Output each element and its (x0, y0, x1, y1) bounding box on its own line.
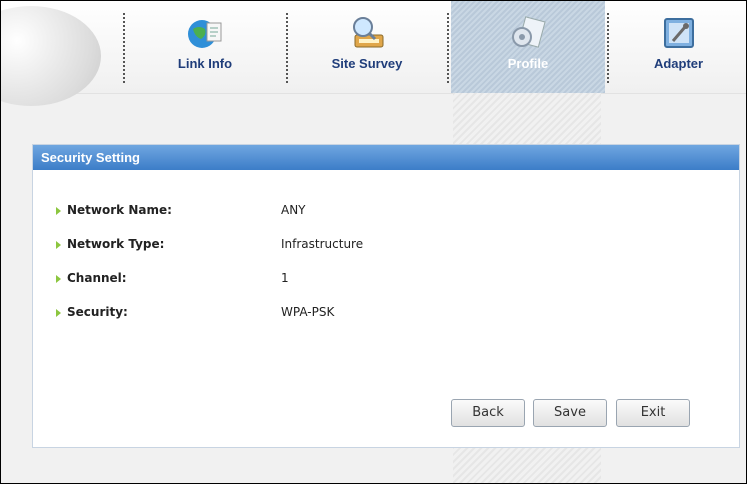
globe-document-icon (188, 20, 222, 48)
field-label: Network Name: (67, 203, 172, 217)
tab-adapter[interactable]: Adapter (611, 1, 746, 93)
tab-link-info[interactable]: Link Info (126, 1, 284, 93)
adapter-tool-icon (663, 18, 694, 48)
field-value: Infrastructure (281, 237, 364, 251)
tab-label: Profile (507, 56, 549, 71)
bullet-arrow-icon (56, 240, 61, 249)
field-label: Security: (67, 305, 128, 319)
security-setting-panel: Security Setting Network Name: ANY Netwo… (32, 144, 740, 448)
field-value: 1 (281, 271, 289, 285)
field-label: Network Type: (67, 237, 165, 251)
bullet-arrow-icon (56, 308, 61, 317)
tab-profile[interactable]: Profile (451, 1, 605, 93)
tab-label: Site Survey (331, 56, 403, 71)
bullet-arrow-icon (56, 274, 61, 283)
back-button[interactable]: Back (451, 399, 525, 427)
mouse-graphic (1, 6, 101, 106)
tab-site-survey[interactable]: Site Survey (289, 1, 445, 93)
panel-title: Security Setting (33, 145, 739, 170)
tab-label: Link Info (177, 56, 233, 71)
field-label: Channel: (67, 271, 127, 285)
exit-button[interactable]: Exit (616, 399, 690, 427)
gear-document-icon (512, 16, 546, 48)
bullet-arrow-icon (56, 206, 61, 215)
top-toolbar: Link Info Site Survey Profile Adapter (1, 1, 746, 106)
tab-label: Adapter (653, 56, 704, 71)
field-value: ANY (281, 203, 306, 217)
magnifier-network-icon (353, 17, 384, 48)
app-window: Link Info Site Survey Profile Adapter Se… (0, 0, 747, 484)
save-button[interactable]: Save (533, 399, 607, 427)
field-value: WPA-PSK (281, 305, 335, 319)
